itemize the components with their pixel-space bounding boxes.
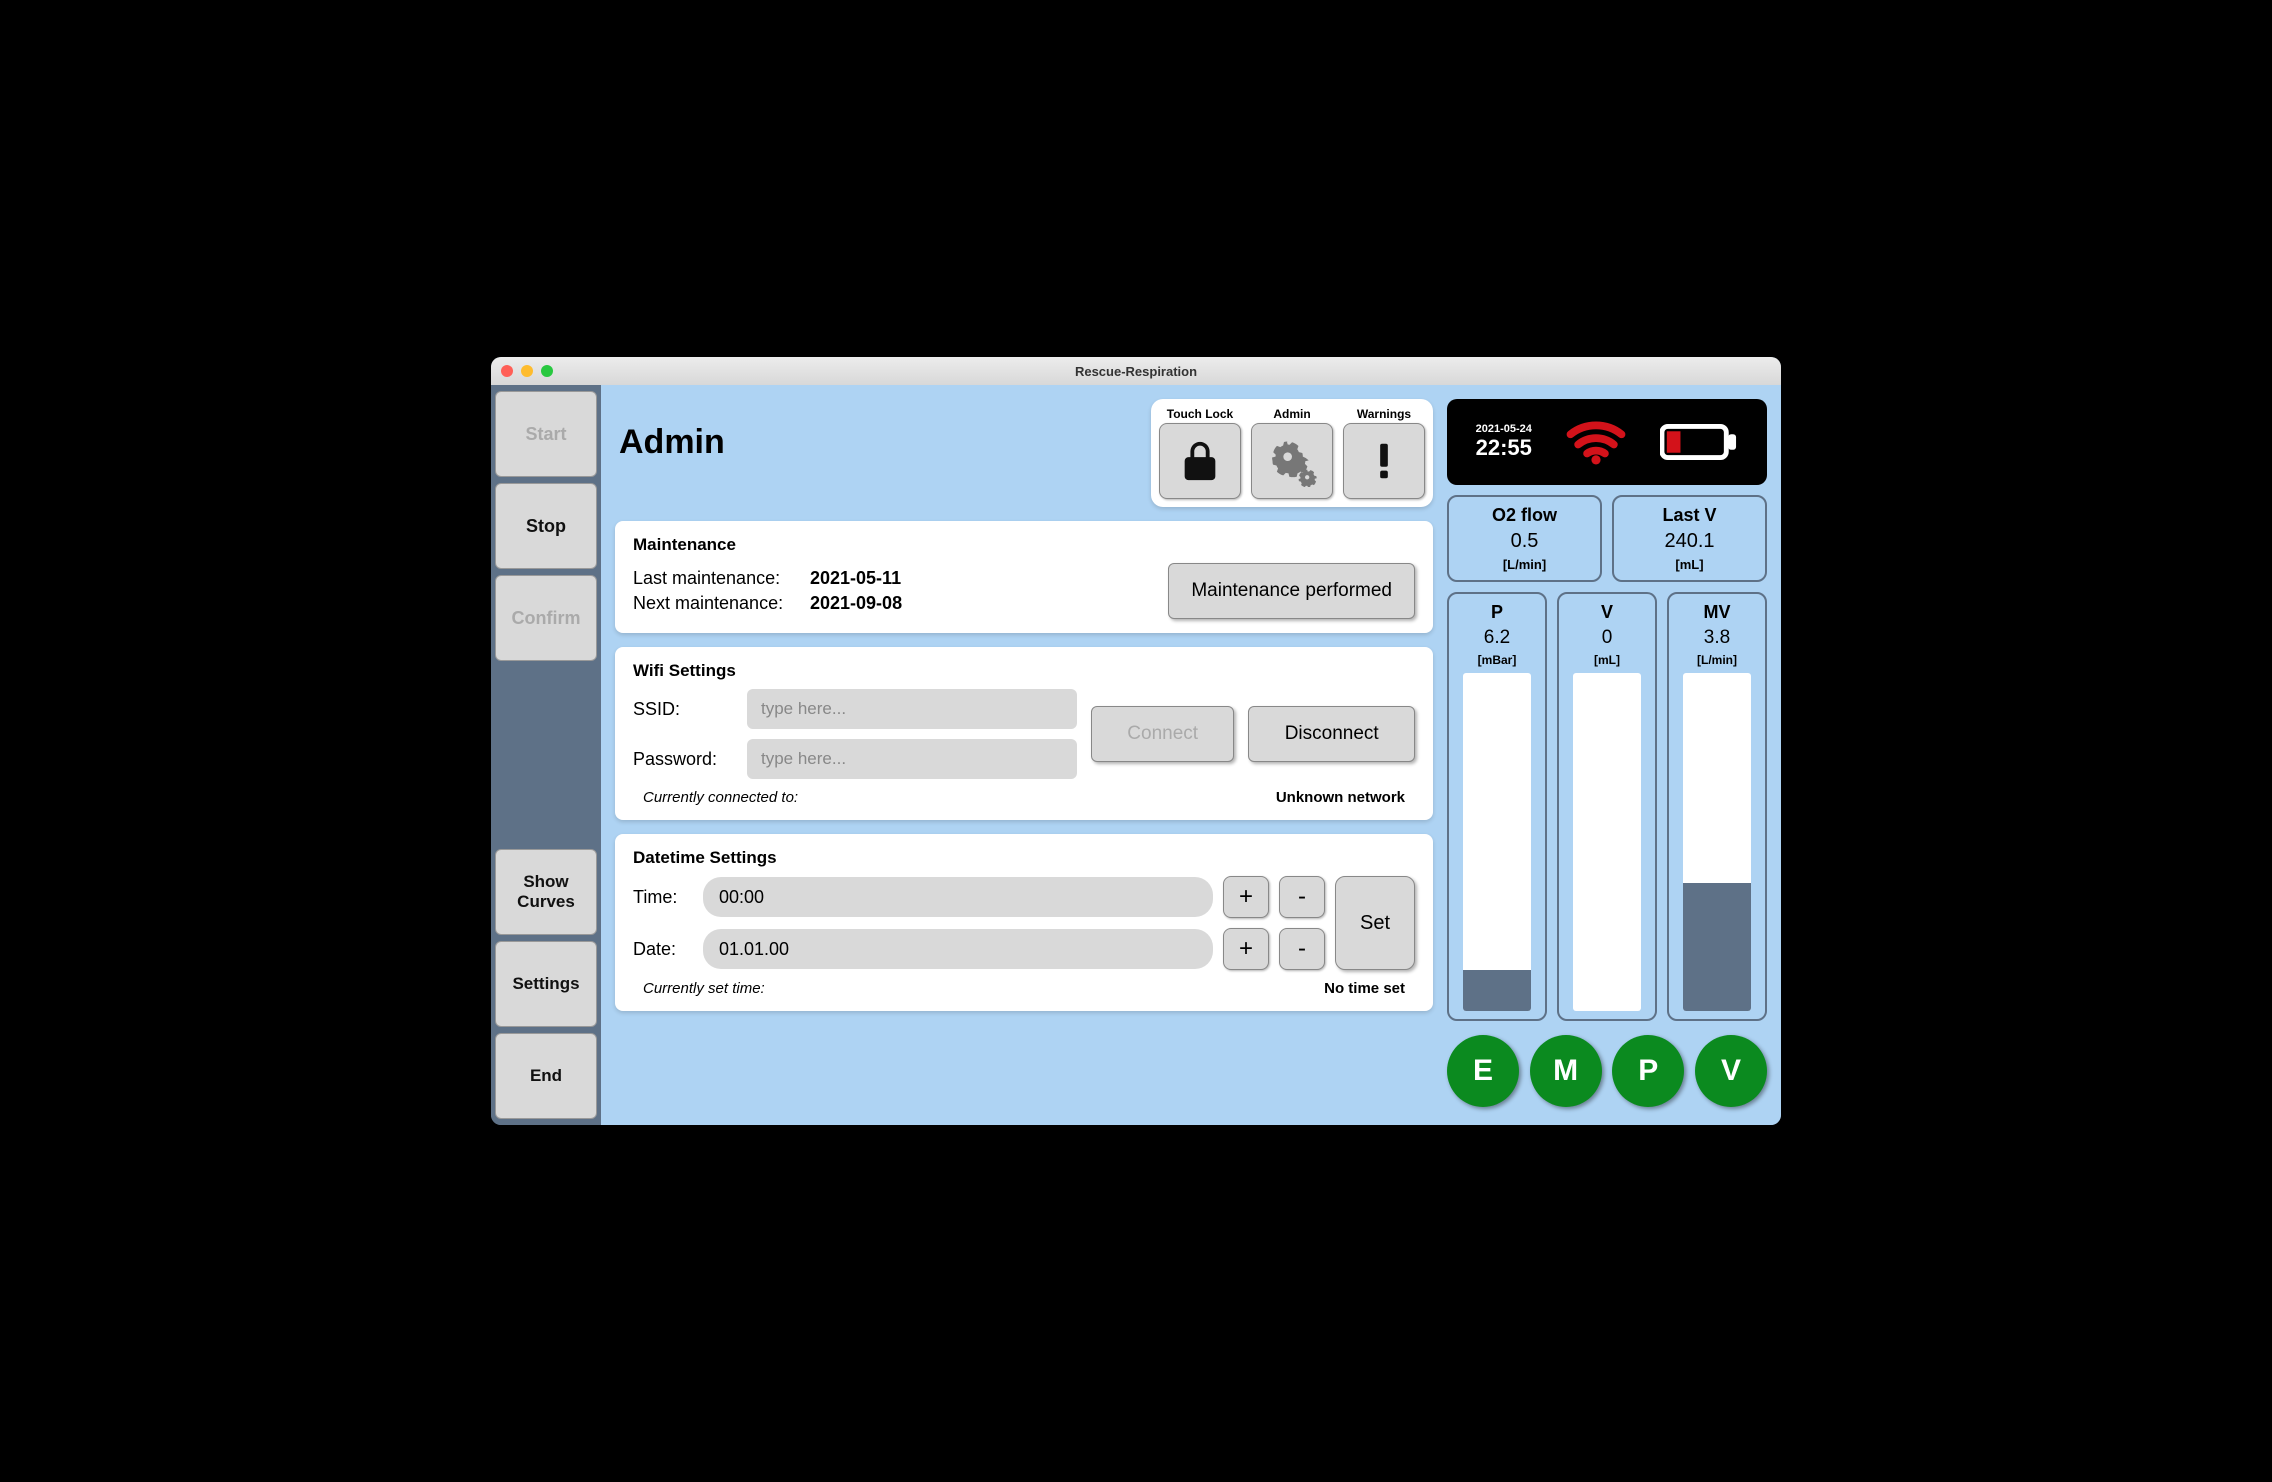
- show-curves-button[interactable]: Show Curves: [495, 849, 597, 935]
- datetime-status-label: Currently set time:: [643, 980, 765, 997]
- ssid-label: SSID:: [633, 699, 733, 720]
- maintenance-heading: Maintenance: [633, 535, 1415, 555]
- wifi-icon: [1565, 419, 1627, 465]
- window-title: Rescue-Respiration: [491, 364, 1781, 379]
- time-plus-button[interactable]: +: [1223, 876, 1269, 918]
- time-minus-button[interactable]: -: [1279, 876, 1325, 918]
- clock-box: 2021-05-24 22:55: [1476, 423, 1532, 461]
- touch-lock-label: Touch Lock: [1167, 407, 1233, 421]
- confirm-button[interactable]: Confirm: [495, 575, 597, 661]
- start-button[interactable]: Start: [495, 391, 597, 477]
- badges-row: E M P V: [1447, 1031, 1767, 1111]
- badge-v[interactable]: V: [1695, 1035, 1767, 1107]
- main-area: Admin Touch Lock Admin: [601, 385, 1781, 1125]
- last-maint-label: Last maintenance:: [633, 568, 798, 589]
- date-minus-button[interactable]: -: [1279, 928, 1325, 970]
- datetime-card: Datetime Settings Time: 00:00 + - Set Da…: [615, 834, 1433, 1011]
- app-body: Start Stop Confirm Show Curves Settings …: [491, 385, 1781, 1125]
- wifi-status-value: Unknown network: [1276, 789, 1405, 806]
- connect-button[interactable]: Connect: [1091, 706, 1234, 762]
- gauge-v-bar: [1573, 673, 1640, 1011]
- datetime-heading: Datetime Settings: [633, 848, 1415, 868]
- gauge-p-bar: [1463, 673, 1530, 1011]
- right-column: 2021-05-24 22:55 O2 flow 0.5 [L/min] Las…: [1447, 399, 1767, 1111]
- touch-lock-button[interactable]: [1159, 423, 1241, 499]
- disconnect-button[interactable]: Disconnect: [1248, 706, 1415, 762]
- badge-e[interactable]: E: [1447, 1035, 1519, 1107]
- settings-button[interactable]: Settings: [495, 941, 597, 1027]
- zoom-icon[interactable]: [541, 365, 553, 377]
- lock-icon: [1177, 438, 1223, 484]
- end-button[interactable]: End: [495, 1033, 597, 1119]
- datetime-set-button[interactable]: Set: [1335, 876, 1415, 970]
- metric-lastv: Last V 240.1 [mL]: [1612, 495, 1767, 582]
- next-maint-value: 2021-09-08: [810, 593, 902, 614]
- header-button-group: Touch Lock Admin Warnings: [1151, 399, 1433, 507]
- date-label: Date:: [633, 939, 693, 960]
- status-time: 22:55: [1476, 435, 1532, 461]
- app-window: Rescue-Respiration Start Stop Confirm Sh…: [491, 357, 1781, 1125]
- metric-o2: O2 flow 0.5 [L/min]: [1447, 495, 1602, 582]
- gears-icon: [1266, 435, 1318, 487]
- badge-m[interactable]: M: [1530, 1035, 1602, 1107]
- password-input[interactable]: [747, 739, 1077, 779]
- wifi-card: Wifi Settings SSID: Connect Disconnect P…: [615, 647, 1433, 820]
- content-column: Admin Touch Lock Admin: [615, 399, 1433, 1111]
- last-maint-value: 2021-05-11: [810, 568, 901, 589]
- admin-button[interactable]: [1251, 423, 1333, 499]
- titlebar: Rescue-Respiration: [491, 357, 1781, 385]
- next-maint-label: Next maintenance:: [633, 593, 798, 614]
- time-label: Time:: [633, 887, 693, 908]
- exclamation-icon: [1361, 438, 1407, 484]
- gauge-mv-bar: [1683, 673, 1750, 1011]
- gauge-mv: MV 3.8 [L/min]: [1667, 592, 1767, 1021]
- header-row: Admin Touch Lock Admin: [615, 399, 1433, 507]
- warnings-label: Warnings: [1357, 407, 1411, 421]
- sidebar: Start Stop Confirm Show Curves Settings …: [491, 385, 601, 1125]
- close-icon[interactable]: [501, 365, 513, 377]
- battery-icon: [1660, 422, 1738, 462]
- maintenance-card: Maintenance Last maintenance:2021-05-11 …: [615, 521, 1433, 633]
- date-display[interactable]: 01.01.00: [703, 929, 1213, 969]
- ssid-input[interactable]: [747, 689, 1077, 729]
- badge-p[interactable]: P: [1612, 1035, 1684, 1107]
- maintenance-performed-button[interactable]: Maintenance performed: [1168, 563, 1415, 619]
- warnings-button[interactable]: [1343, 423, 1425, 499]
- admin-label: Admin: [1273, 407, 1310, 421]
- metric-row-top: O2 flow 0.5 [L/min] Last V 240.1 [mL]: [1447, 495, 1767, 582]
- minimize-icon[interactable]: [521, 365, 533, 377]
- date-plus-button[interactable]: +: [1223, 928, 1269, 970]
- gauge-v: V 0 [mL]: [1557, 592, 1657, 1021]
- gauge-p: P 6.2 [mBar]: [1447, 592, 1547, 1021]
- touch-lock-group: Touch Lock: [1159, 407, 1241, 499]
- wifi-heading: Wifi Settings: [633, 661, 1415, 681]
- status-date: 2021-05-24: [1476, 423, 1532, 435]
- window-controls: [501, 365, 553, 377]
- admin-group: Admin: [1251, 407, 1333, 499]
- time-display[interactable]: 00:00: [703, 877, 1213, 917]
- page-title: Admin: [615, 399, 725, 462]
- gauges-row: P 6.2 [mBar] V 0 [mL] MV 3.8 [L/mi: [1447, 592, 1767, 1021]
- datetime-status-value: No time set: [1324, 980, 1405, 997]
- warnings-group: Warnings: [1343, 407, 1425, 499]
- stop-button[interactable]: Stop: [495, 483, 597, 569]
- status-bar: 2021-05-24 22:55: [1447, 399, 1767, 485]
- password-label: Password:: [633, 749, 733, 770]
- wifi-status-label: Currently connected to:: [643, 789, 798, 806]
